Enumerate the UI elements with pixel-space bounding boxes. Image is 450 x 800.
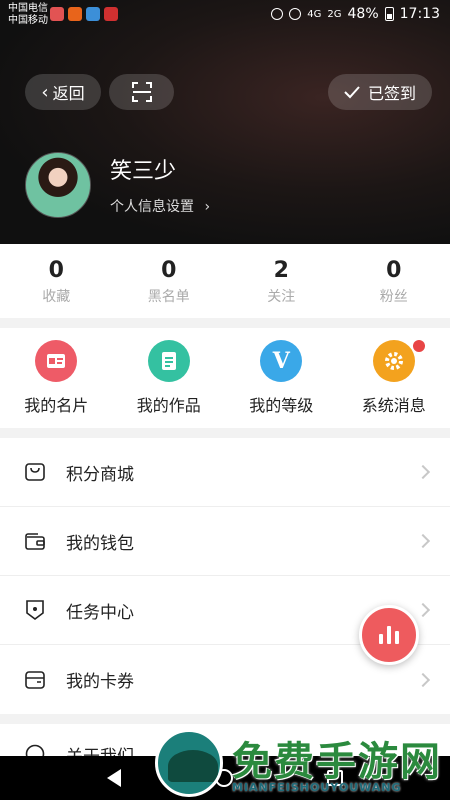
username: 笑三少 bbox=[110, 159, 177, 184]
signed-in-button[interactable]: 已签到 bbox=[328, 74, 432, 110]
notification-icons bbox=[50, 7, 118, 21]
stat-value: 2 bbox=[273, 258, 289, 283]
quick-link-label: 系统消息 bbox=[361, 396, 426, 415]
chevron-right-icon: › bbox=[204, 199, 211, 215]
watermark-subtitle: MIANFEISHOUYOUWANG bbox=[232, 781, 402, 794]
carrier-2: 中国移动 bbox=[8, 15, 48, 26]
carrier-1: 中国电信 bbox=[8, 3, 48, 14]
profile-settings-label: 个人信息设置 bbox=[110, 199, 194, 215]
app-notification-icon bbox=[104, 7, 118, 21]
quick-link-label: 我的名片 bbox=[24, 396, 89, 415]
chevron-right-icon bbox=[415, 533, 431, 549]
card-icon bbox=[35, 340, 78, 382]
menu-item-points-mall[interactable]: 积分商城 bbox=[0, 438, 450, 507]
watermark: 免费手游网 MIANFEISHOUYOUWANG bbox=[150, 725, 450, 800]
quick-link-label: 我的等级 bbox=[249, 396, 314, 415]
stat-value: 0 bbox=[386, 258, 402, 283]
bar-chart-icon bbox=[395, 631, 399, 644]
document-icon bbox=[147, 340, 190, 382]
task-icon bbox=[24, 599, 46, 621]
stat-favorites[interactable]: 0 收藏 bbox=[0, 244, 113, 318]
menu-list: 积分商城 我的钱包 任务中心 我的卡券 bbox=[0, 438, 450, 714]
network-type: 4G bbox=[307, 8, 322, 20]
scan-button[interactable] bbox=[109, 74, 174, 110]
network-type-2: 2G bbox=[327, 8, 342, 20]
clock: 17:13 bbox=[399, 6, 440, 22]
stat-label: 粉丝 bbox=[379, 289, 408, 305]
menu-label: 积分商城 bbox=[66, 464, 134, 485]
app-notification-icon bbox=[86, 7, 100, 21]
shopping-bag-icon bbox=[24, 461, 46, 483]
chevron-right-icon bbox=[415, 464, 431, 480]
unread-dot bbox=[412, 340, 425, 352]
v-badge-icon: V bbox=[260, 340, 303, 382]
floating-chart-button[interactable] bbox=[359, 605, 419, 665]
carrier-info: 中国电信 中国移动 bbox=[8, 3, 48, 27]
chevron-right-icon bbox=[415, 672, 431, 687]
watermark-logo-icon bbox=[155, 729, 223, 797]
stat-value: 0 bbox=[48, 258, 64, 283]
gear-icon bbox=[372, 340, 415, 382]
alarm-icon bbox=[289, 8, 302, 20]
quick-link-my-level[interactable]: V 我的等级 bbox=[225, 328, 338, 428]
stats-row: 0 收藏 0 黑名单 2 关注 0 粉丝 bbox=[0, 244, 450, 318]
bar-chart-icon bbox=[387, 626, 391, 644]
profile-header: 中国电信 中国移动 4G 2G 48% 17:13 ‹ 返回 已签到 笑三少 个… bbox=[0, 0, 450, 244]
battery-percent: 48% bbox=[347, 6, 379, 22]
wallet-icon bbox=[24, 530, 46, 552]
chevron-left-icon: ‹ bbox=[41, 81, 49, 103]
stat-followers[interactable]: 0 粉丝 bbox=[338, 244, 450, 318]
stat-value: 0 bbox=[161, 258, 177, 283]
menu-label: 我的卡券 bbox=[66, 672, 134, 692]
stat-following[interactable]: 2 关注 bbox=[225, 244, 338, 318]
quick-link-my-works[interactable]: 我的作品 bbox=[113, 328, 226, 428]
quick-links: 我的名片 我的作品 V 我的等级 系统消息 bbox=[0, 328, 450, 428]
menu-item-wallet[interactable]: 我的钱包 bbox=[0, 507, 450, 576]
avatar[interactable] bbox=[25, 152, 91, 218]
menu-label: 我的钱包 bbox=[66, 533, 134, 554]
stat-blacklist[interactable]: 0 黑名单 bbox=[113, 244, 226, 318]
app-notification-icon bbox=[50, 7, 64, 21]
stat-label: 收藏 bbox=[42, 289, 71, 305]
quick-link-label: 我的作品 bbox=[136, 396, 201, 415]
quick-link-my-card[interactable]: 我的名片 bbox=[0, 328, 113, 428]
back-button[interactable]: ‹ 返回 bbox=[25, 74, 101, 110]
signed-in-label: 已签到 bbox=[367, 84, 416, 103]
watermark-title: 免费手游网 bbox=[232, 739, 442, 785]
battery-icon bbox=[384, 7, 394, 21]
nav-back-icon[interactable] bbox=[107, 769, 121, 787]
profile-settings-link[interactable]: 个人信息设置 › bbox=[110, 196, 210, 216]
quick-link-system-messages[interactable]: 系统消息 bbox=[338, 328, 450, 428]
status-bar: 中国电信 中国移动 4G 2G 48% 17:13 bbox=[0, 0, 450, 30]
app-notification-icon bbox=[68, 7, 82, 21]
coupon-icon bbox=[24, 669, 46, 691]
back-label: 返回 bbox=[52, 84, 85, 103]
check-icon bbox=[344, 86, 360, 99]
scan-icon bbox=[131, 82, 152, 102]
stat-label: 关注 bbox=[267, 289, 296, 305]
chevron-right-icon bbox=[415, 602, 431, 618]
location-icon bbox=[271, 8, 284, 20]
status-indicators: 4G 2G 48% 17:13 bbox=[271, 6, 440, 22]
bar-chart-icon bbox=[379, 634, 383, 644]
stat-label: 黑名单 bbox=[147, 289, 190, 305]
